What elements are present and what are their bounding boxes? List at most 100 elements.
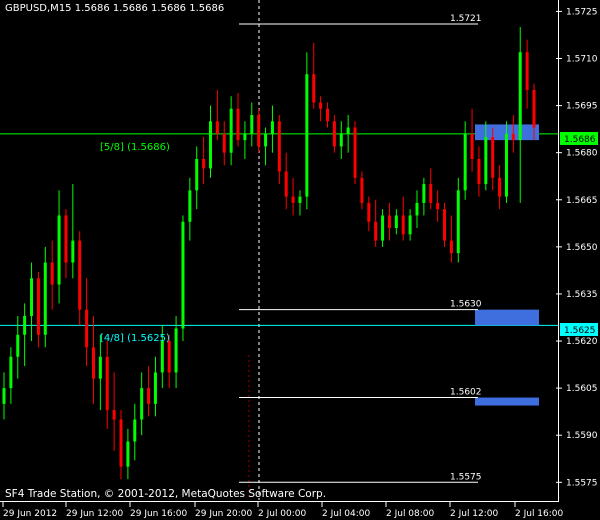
candle-body [50, 262, 54, 285]
candle-body [511, 133, 515, 141]
candle-body [436, 202, 440, 210]
candle-body [215, 121, 219, 134]
candle-body [422, 184, 426, 203]
candle-body [387, 215, 391, 229]
candle-body [477, 158, 481, 185]
current-price-marker: 1.5686 [564, 135, 596, 145]
candle-body [91, 347, 95, 379]
time-tick-label: 2 Jul 00:00 [258, 509, 307, 519]
candle-body [9, 356, 13, 389]
candle-body [408, 215, 412, 235]
price-tick-label: 1.5605 [566, 384, 598, 394]
candle-body [16, 334, 20, 357]
candle-body [264, 133, 268, 147]
candle-body [346, 127, 350, 134]
price-tick-label: 1.5635 [566, 290, 598, 300]
candle [305, 52, 309, 210]
candle [257, 108, 261, 153]
candle-body [71, 240, 75, 263]
candle-body [36, 278, 40, 335]
candle-body [353, 127, 357, 178]
candle-body [126, 441, 130, 467]
candle-body [167, 341, 171, 373]
candle-body [491, 136, 495, 178]
candle-body [236, 108, 240, 141]
time-tick-label: 29 Jun 2012 [3, 509, 57, 519]
candle-body [30, 278, 34, 316]
sr-zone-2[interactable] [475, 397, 539, 406]
candle-body [525, 52, 529, 90]
candle-body [429, 184, 433, 203]
candle-body [229, 108, 233, 153]
candle-body [319, 102, 323, 109]
sr-zone-1[interactable] [475, 309, 539, 326]
candle-body [243, 133, 247, 141]
fib-4-8-marker: 1.5625 [564, 326, 596, 336]
price-tick-label: 1.5710 [566, 55, 598, 65]
fib-4-8-label: [4/8] (1.5625) [100, 333, 170, 344]
candle-body [463, 133, 467, 191]
candle-body [202, 158, 206, 169]
candle-body [381, 215, 385, 241]
candle-body [532, 89, 536, 128]
candle-body [43, 262, 47, 335]
candle-body [284, 171, 288, 197]
candle-body [222, 133, 226, 153]
candle-body [98, 356, 102, 379]
candle-body [270, 121, 274, 134]
candle-body [456, 190, 460, 254]
candle-body [394, 215, 398, 229]
time-tick-label: 29 Jun 12:00 [66, 509, 123, 519]
candle-body [401, 215, 405, 235]
candle-body [174, 328, 178, 373]
time-tick-label: 29 Jun 16:00 [130, 509, 187, 519]
level-label-2: 1.5602 [450, 388, 482, 398]
candle-body [57, 215, 61, 285]
candle-body [119, 419, 123, 467]
level-label-1: 1.5630 [450, 300, 482, 310]
candle-body [85, 309, 89, 348]
candle-body [181, 221, 185, 329]
candle-body [105, 356, 109, 411]
chart-window[interactable]: 1.5721 1.5630 1.5602 1.5575 1.5725 1.5710 1.5… [0, 0, 600, 520]
candle-body [188, 190, 192, 222]
copyright-text: SF4 Trade Station, © 2001-2012, MetaQuot… [5, 488, 327, 500]
candle-body [112, 410, 116, 420]
candle-body [250, 115, 254, 134]
candle-body [498, 177, 502, 197]
price-tick-label: 1.5665 [566, 196, 598, 206]
time-tick-label: 29 Jun 20:00 [195, 509, 252, 519]
price-tick-label: 1.5590 [566, 431, 598, 441]
candle [443, 202, 447, 247]
candle-body [415, 202, 419, 216]
time-tick-label: 2 Jul 08:00 [386, 509, 435, 519]
candle-body [64, 215, 68, 263]
price-chart[interactable]: 1.5721 1.5630 1.5602 1.5575 1.5725 1.5710 1.5… [0, 0, 600, 520]
candle-body [504, 133, 508, 197]
candle-body [195, 158, 199, 191]
price-tick-label: 1.5620 [566, 337, 598, 347]
candle-body [518, 52, 522, 141]
price-tick-label: 1.5575 [566, 478, 598, 488]
fib-5-8-label: [5/8] (1.5686) [100, 142, 170, 153]
candle-body [23, 315, 27, 335]
candle-body [332, 121, 336, 147]
candle-body [326, 108, 330, 122]
candle-body [484, 136, 488, 185]
level-label-3: 1.5575 [450, 472, 482, 482]
candle-body [277, 121, 281, 172]
price-tick-label: 1.5695 [566, 102, 598, 112]
price-tick-label: 1.5650 [566, 243, 598, 253]
candle [181, 215, 185, 342]
time-tick-label: 2 Jul 12:00 [450, 509, 499, 519]
time-tick-label: 2 Jul 04:00 [322, 509, 371, 519]
candle-body [374, 221, 378, 241]
candle-body [2, 388, 6, 404]
candle-body [339, 133, 343, 147]
candle-body [360, 177, 364, 203]
candle-body [291, 196, 295, 203]
candle [353, 121, 357, 185]
candle-body [147, 388, 151, 404]
candle-body [367, 202, 371, 222]
candle-body [312, 74, 316, 103]
